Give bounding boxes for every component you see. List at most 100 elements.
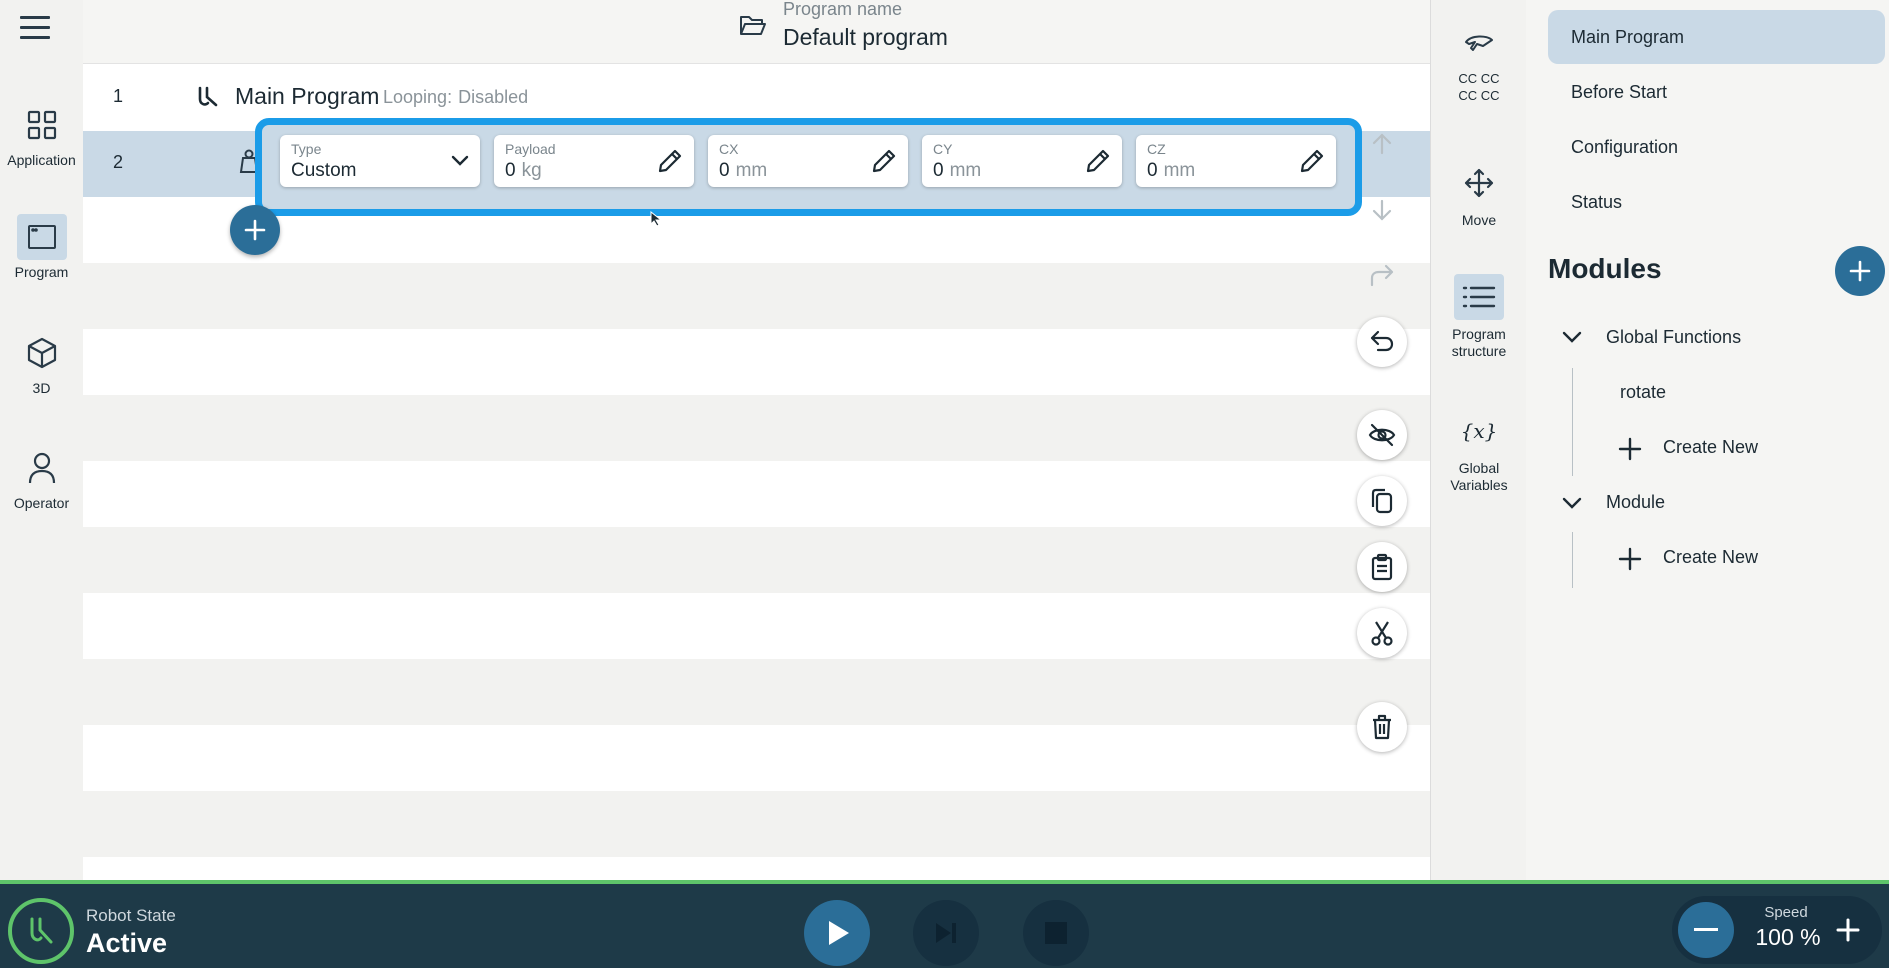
looping-label: Looping: [383, 87, 453, 107]
pencil-icon[interactable] [870, 147, 898, 180]
ur-logo-icon[interactable] [8, 898, 74, 964]
chevron-down-icon[interactable] [1562, 328, 1582, 349]
payload-mass-field[interactable]: Payload 0 kg [494, 135, 694, 187]
move-up-button[interactable] [1357, 119, 1407, 169]
pencil-icon[interactable] [1084, 147, 1112, 180]
program-row-empty [83, 791, 1430, 857]
field-unit: mm [949, 160, 982, 181]
nav-item-operator[interactable]: Operator [0, 445, 83, 511]
nav-label: Operator [13, 495, 70, 511]
program-row-empty [83, 659, 1430, 725]
function-item-rotate[interactable]: rotate [1620, 382, 1666, 403]
stop-icon [1045, 922, 1067, 944]
chevron-down-icon[interactable] [1562, 494, 1582, 515]
field-unit: mm [1163, 160, 1196, 181]
nav-item-3d[interactable]: 3D [0, 330, 83, 396]
payload-cz-field[interactable]: CZ 0 mm [1136, 135, 1336, 187]
play-button[interactable] [804, 900, 870, 966]
create-new-module[interactable]: Create New [1663, 547, 1758, 568]
nav-item-program[interactable]: Program [0, 214, 83, 280]
hide-button[interactable] [1357, 410, 1407, 460]
main-program-title: Main Program [235, 83, 380, 109]
tool-flange-icon [1454, 20, 1504, 66]
nav-label: Program [14, 264, 69, 280]
plus-icon [1618, 437, 1642, 466]
speed-label: Speed [1764, 904, 1808, 921]
structure-item-main-program[interactable]: Main Program [1548, 10, 1885, 64]
tree-line [1572, 532, 1573, 588]
plus-icon [1849, 260, 1871, 282]
tree-line [1572, 368, 1573, 476]
module-group-global-functions[interactable]: Global Functions [1606, 327, 1741, 348]
looping-value: Disabled [458, 87, 529, 107]
field-value: Custom [291, 160, 357, 181]
row-number: 2 [113, 152, 124, 172]
undo-icon [1370, 330, 1394, 352]
speed-increase-button[interactable] [1820, 902, 1876, 958]
nav-label: Application [7, 152, 76, 168]
field-unit: mm [735, 160, 768, 181]
rail-label: CC CC CC CC [1458, 71, 1500, 103]
structure-item-before-start[interactable]: Before Start [1548, 65, 1885, 119]
trash-icon [1373, 714, 1391, 740]
module-group-module[interactable]: Module [1606, 492, 1665, 513]
add-node-button[interactable] [230, 205, 280, 255]
payload-type-select[interactable]: Type Custom [280, 135, 480, 187]
step-button[interactable] [913, 900, 979, 966]
plus-icon [244, 219, 266, 241]
add-module-button[interactable] [1835, 246, 1885, 296]
rail-item-tool[interactable]: CC CC CC CC [1431, 20, 1527, 104]
field-number: 0 [1147, 160, 1158, 181]
structure-item-configuration[interactable]: Configuration [1548, 120, 1885, 174]
field-label: CY [933, 141, 953, 157]
payload-cy-field[interactable]: CY 0 mm [922, 135, 1122, 187]
field-number: 0 [719, 160, 730, 181]
redo-button[interactable] [1357, 251, 1407, 301]
rail-item-global-variables[interactable]: {x} Global Variables [1431, 408, 1527, 494]
person-icon [17, 445, 67, 491]
pencil-icon[interactable] [1298, 147, 1326, 180]
play-icon [829, 921, 849, 945]
delete-button[interactable] [1357, 702, 1407, 752]
hamburger-menu-icon[interactable] [20, 16, 50, 40]
payload-editor: Type Custom Payload 0kg CX 0mm CY 0mm [255, 118, 1362, 216]
paste-button[interactable] [1357, 542, 1407, 592]
nav-label: 3D [32, 380, 51, 396]
speed-control: Speed 100 % [1672, 896, 1882, 964]
program-name[interactable]: Program name Default program [783, 0, 948, 51]
copy-button[interactable] [1357, 476, 1407, 526]
cut-button[interactable] [1357, 608, 1407, 658]
program-row-empty [83, 329, 1430, 395]
rail-item-move[interactable]: Move [1431, 160, 1527, 229]
chevron-down-icon[interactable] [450, 150, 470, 175]
speed-decrease-button[interactable] [1678, 902, 1734, 958]
plus-icon [1618, 547, 1642, 576]
rail-item-program-structure[interactable]: Program structure [1431, 274, 1527, 360]
speed-value: 100 % [1755, 924, 1821, 950]
structure-panel: Main Program Before Start Configuration … [1526, 0, 1889, 880]
variable-x-icon: {x} [1460, 418, 1498, 443]
field-label: Payload [505, 141, 556, 157]
field-value: 0 mm [933, 160, 981, 182]
eye-off-icon [1368, 423, 1396, 447]
nav-item-application[interactable]: Application [0, 102, 83, 168]
looping-status: Looping: Disabled [383, 87, 528, 108]
mouse-cursor-icon [650, 210, 664, 232]
move-down-button[interactable] [1357, 185, 1407, 235]
folder-open-icon[interactable] [739, 14, 767, 43]
stop-button[interactable] [1023, 900, 1089, 966]
grid-icon [17, 102, 67, 148]
field-value: 0 kg [505, 160, 542, 182]
list-icon [1454, 274, 1504, 320]
undo-button[interactable] [1357, 317, 1407, 367]
robot-state-value: Active [86, 928, 168, 958]
structure-item-status[interactable]: Status [1548, 175, 1885, 229]
redo-icon [1370, 264, 1394, 287]
pencil-icon[interactable] [656, 147, 684, 180]
program-row-empty [83, 263, 1430, 329]
program-name-label: Program name [783, 0, 903, 19]
field-number: 0 [933, 160, 944, 181]
program-row-empty [83, 395, 1430, 461]
payload-cx-field[interactable]: CX 0 mm [708, 135, 908, 187]
create-new-function[interactable]: Create New [1663, 437, 1758, 458]
